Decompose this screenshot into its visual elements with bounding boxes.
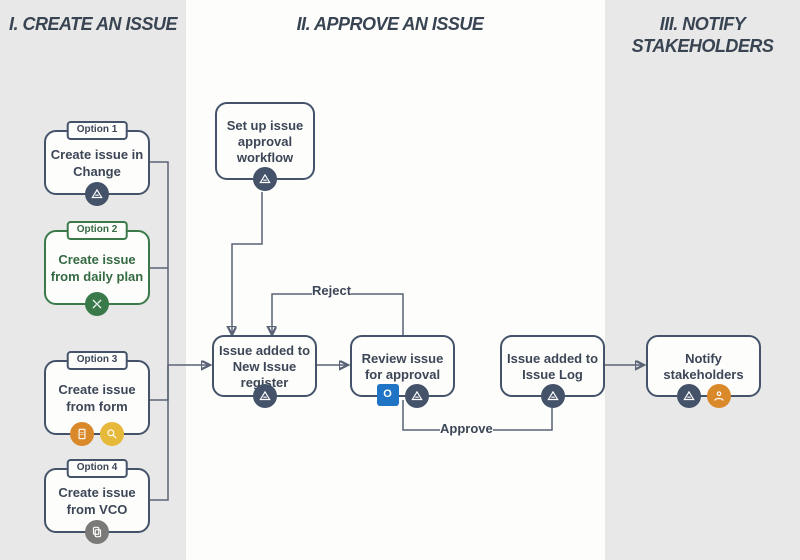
triangle-icon [253, 167, 277, 191]
header-create: I. CREATE AN ISSUE [0, 14, 186, 36]
header-notify: III. NOTIFY STAKEHOLDERS [605, 14, 800, 57]
node-notify-text: Notify stakeholders [652, 351, 755, 384]
triangle-icon [253, 384, 277, 408]
triangle-icon [541, 384, 565, 408]
tag-option4: Option 4 [67, 459, 128, 478]
tag-option2: Option 2 [67, 221, 128, 240]
copy-icon [85, 520, 109, 544]
node-review: Review issue for approval O [350, 335, 455, 397]
label-approve: Approve [440, 421, 493, 436]
triangle-icon [677, 384, 701, 408]
node-notify: Notify stakeholders [646, 335, 761, 397]
triangle-icon [405, 384, 429, 408]
header-approve: II. APPROVE AN ISSUE [280, 14, 500, 36]
node-review-text: Review issue for approval [356, 351, 449, 384]
tools-icon [85, 292, 109, 316]
node-setup: Set up issue approval workflow [215, 102, 315, 180]
person-icon [707, 384, 731, 408]
tag-option3: Option 3 [67, 351, 128, 370]
node-option3-text: Create issue from form [50, 382, 144, 415]
node-option4-text: Create issue from VCO [50, 485, 144, 518]
search-icon [100, 422, 124, 446]
label-reject: Reject [312, 283, 351, 298]
node-new-register: Issue added to New Issue register [212, 335, 317, 397]
node-issue-log: Issue added to Issue Log [500, 335, 605, 397]
node-option1: Option 1 Create issue in Change [44, 130, 150, 195]
node-option3: Option 3 Create issue from form [44, 360, 150, 435]
triangle-icon [85, 182, 109, 206]
document-icon [70, 422, 94, 446]
node-issue-log-text: Issue added to Issue Log [506, 351, 599, 384]
node-option2: Option 2 Create issue from daily plan [44, 230, 150, 305]
node-option4: Option 4 Create issue from VCO [44, 468, 150, 533]
section-notify-bg [605, 0, 800, 560]
node-setup-text: Set up issue approval workflow [221, 118, 309, 167]
node-option1-text: Create issue in Change [50, 147, 144, 180]
node-option2-text: Create issue from daily plan [50, 252, 144, 285]
outlook-icon: O [377, 384, 399, 406]
tag-option1: Option 1 [67, 121, 128, 140]
